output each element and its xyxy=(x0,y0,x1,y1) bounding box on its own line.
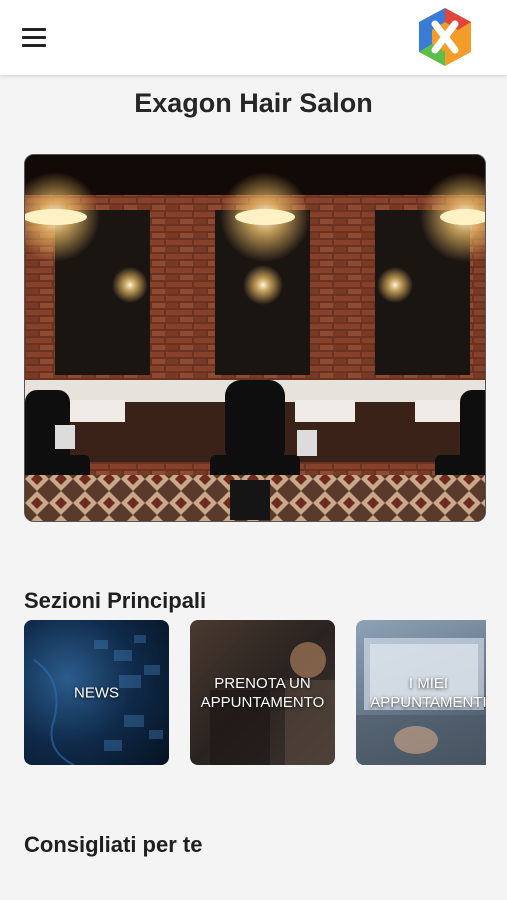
book-appointment-label: PRENOTA UN APPUNTAMENTO xyxy=(200,674,325,711)
exagon-x-logo-icon[interactable] xyxy=(416,6,474,68)
barbershop-image xyxy=(25,155,485,521)
my-appointments-card[interactable]: I MIEI APPUNTAMENTI xyxy=(356,620,486,765)
main-sections-carousel[interactable]: NEWS PRENOTA UN APPUNTAMENTO I MIEI APPU… xyxy=(24,620,486,766)
page-title: Exagon Hair Salon xyxy=(134,88,373,118)
section-title-recommended: Consigliati per te xyxy=(24,832,203,857)
my-appointments-label: I MIEI APPUNTAMENTI xyxy=(370,674,486,711)
section-title-main: Sezioni Principali xyxy=(24,588,207,613)
hamburger-menu-icon[interactable] xyxy=(22,28,48,48)
app-header xyxy=(0,0,507,75)
hero-image xyxy=(24,154,486,522)
news-card[interactable]: NEWS xyxy=(24,620,169,765)
book-appointment-card[interactable]: PRENOTA UN APPUNTAMENTO xyxy=(190,620,335,765)
news-card-label: NEWS xyxy=(74,684,119,701)
